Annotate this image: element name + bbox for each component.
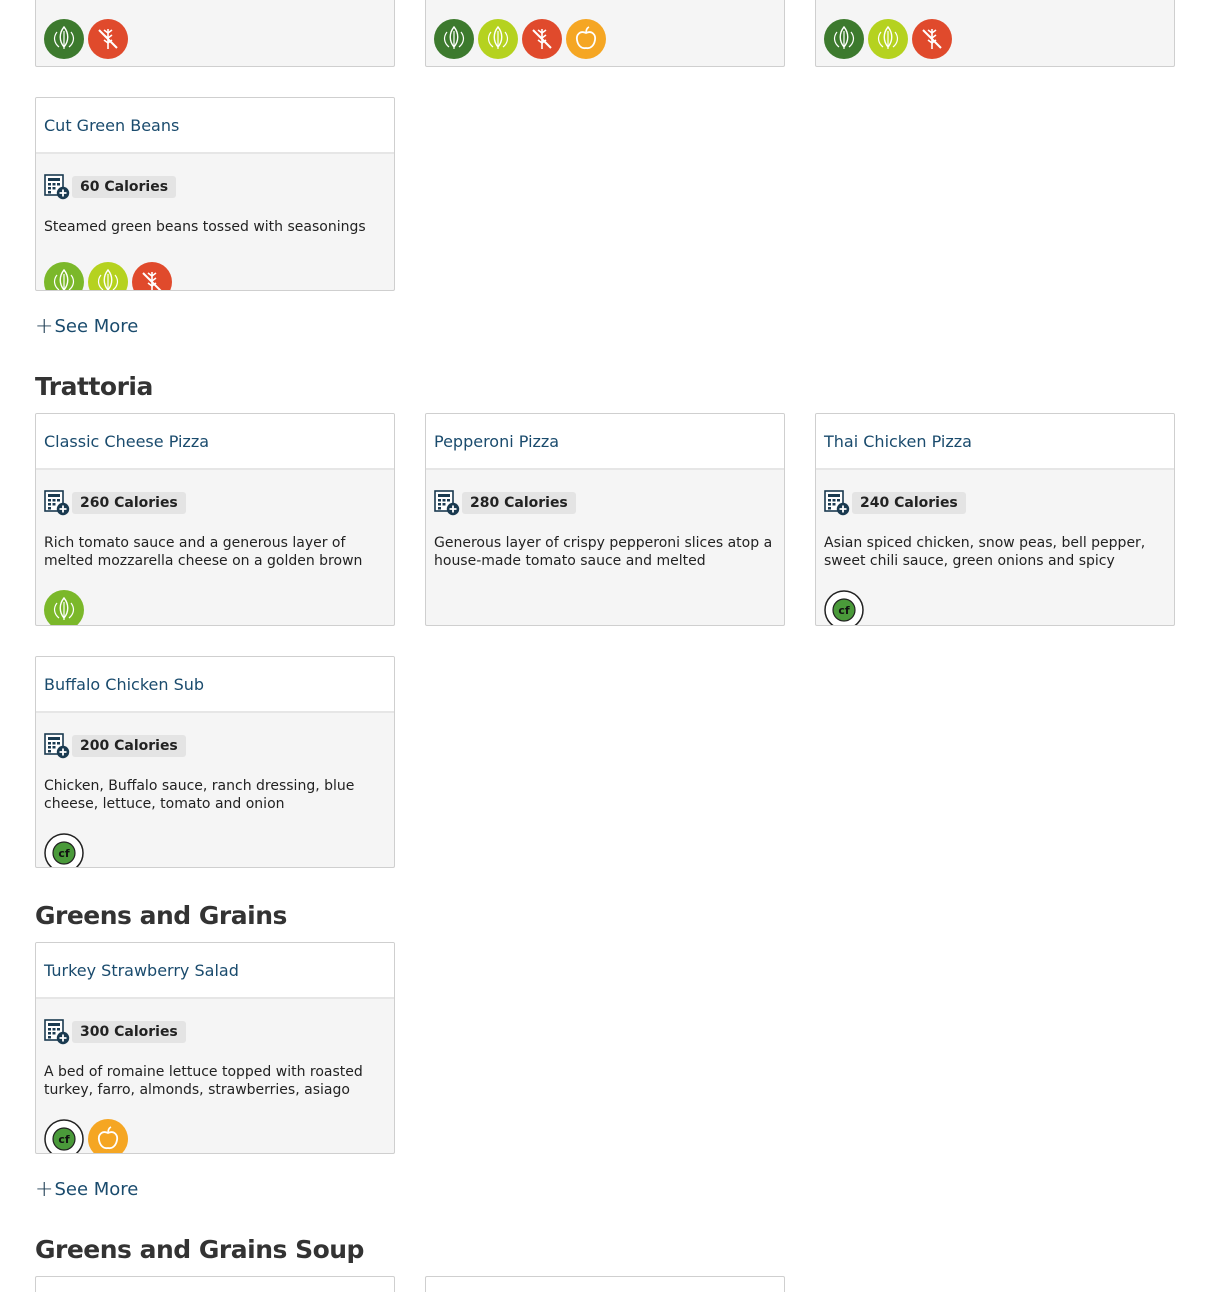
low-carbon-icon[interactable]: cf [44,833,84,867]
low-carbon-icon[interactable]: cf [44,1119,84,1153]
badge-list: cf [44,833,386,867]
item-name-link[interactable]: Classic Cheese Pizza [36,414,394,470]
menu-card [425,0,785,67]
calories-badge: 300 Calories [72,1021,186,1043]
plant-forward-icon[interactable] [88,262,128,290]
menu-card: Cut Green Beans 60 Calories Steamed gree… [35,97,395,291]
see-more-link[interactable]: + See More [35,1176,139,1202]
menu-card [35,1276,395,1292]
calories-badge: 200 Calories [72,735,186,757]
menu-card [815,0,1175,67]
menu-card: Pepperoni Pizza 280 Calories Generous la… [425,413,785,626]
item-description: Asian spiced chicken, snow peas, bell pe… [824,535,1146,569]
svg-text:cf: cf [58,847,70,860]
badge-list [44,262,386,290]
badge-list: cf [44,1119,386,1153]
low-carbon-icon[interactable]: cf [824,590,864,625]
item-name-link[interactable]: Turkey Strawberry Salad [36,943,394,999]
badge-list [44,590,386,625]
calories-badge: 260 Calories [72,492,186,514]
item-description: Generous layer of crispy pepperoni slice… [434,535,773,569]
eat-well-icon[interactable] [566,19,606,59]
plus-icon: + [35,313,54,339]
vegan-icon[interactable] [824,19,864,59]
section-title: Trattoria [35,372,153,401]
calories-badge: 60 Calories [72,176,177,198]
nutrition-calculator-icon[interactable] [44,174,70,200]
section-title: Greens and Grains Soup [35,1235,364,1264]
badge-list [434,19,784,59]
plus-icon: + [35,1176,54,1202]
see-more-label: See More [54,1179,139,1200]
vegetarian-icon[interactable] [44,590,84,625]
badge-list [434,590,776,625]
svg-text:cf: cf [58,1133,70,1146]
section-title: Greens and Grains [35,901,287,930]
badge-list [44,19,394,59]
nutrition-calculator-icon[interactable] [434,490,460,516]
item-name-link[interactable]: Thai Chicken Pizza [816,414,1174,470]
nutrition-calculator-icon[interactable] [44,733,70,759]
see-more-label: See More [54,316,139,337]
calories-badge: 240 Calories [852,492,966,514]
eat-well-icon[interactable] [88,1119,128,1153]
menu-card: Classic Cheese Pizza 260 Calories Rich t… [35,413,395,626]
badge-list: cf [824,590,1166,625]
gluten-free-icon[interactable] [912,19,952,59]
nutrition-calculator-icon[interactable] [44,1019,70,1045]
see-more-link[interactable]: + See More [35,313,139,339]
item-description: Chicken, Buffalo sauce, ranch dressing, … [44,778,355,812]
menu-card [35,0,395,67]
plant-forward-icon[interactable] [868,19,908,59]
item-name-link[interactable]: Cut Green Beans [36,98,394,154]
vegetarian-icon[interactable] [44,262,84,290]
vegan-icon[interactable] [44,19,84,59]
item-name-link[interactable]: Pepperoni Pizza [426,414,784,470]
menu-card: Buffalo Chicken Sub 200 Calories Chicken… [35,656,395,868]
vegan-icon[interactable] [434,19,474,59]
calories-badge: 280 Calories [462,492,576,514]
svg-text:cf: cf [838,604,850,617]
item-name-link[interactable]: Buffalo Chicken Sub [36,657,394,713]
nutrition-calculator-icon[interactable] [44,490,70,516]
item-description: A bed of romaine lettuce topped with roa… [44,1064,363,1098]
menu-card: Turkey Strawberry Salad 300 Calories A b… [35,942,395,1154]
gluten-free-icon[interactable] [522,19,562,59]
menu-card: Thai Chicken Pizza 240 Calories Asian sp… [815,413,1175,626]
plant-forward-icon[interactable] [478,19,518,59]
gluten-free-icon[interactable] [88,19,128,59]
badge-list [824,19,1174,59]
gluten-free-icon[interactable] [132,262,172,290]
nutrition-calculator-icon[interactable] [824,490,850,516]
menu-card [425,1276,785,1292]
item-description: Rich tomato sauce and a generous layer o… [44,535,363,569]
item-description: Steamed green beans tossed with seasonin… [44,219,366,235]
